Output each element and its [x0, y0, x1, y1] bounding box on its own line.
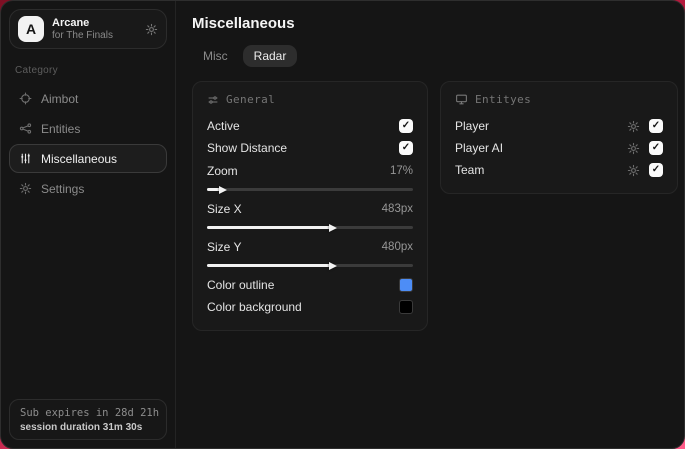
player-checkbox[interactable]: [649, 119, 663, 133]
entity-row-team: Team: [455, 159, 663, 181]
zoom-slider[interactable]: [207, 185, 413, 194]
sidebar-item-miscellaneous[interactable]: Miscellaneous: [9, 144, 167, 173]
session-duration-text: session duration 31m 30s: [20, 422, 143, 433]
tab-misc[interactable]: Misc: [192, 45, 239, 67]
color-outline-swatch[interactable]: [399, 278, 413, 292]
sidebar-item-aimbot[interactable]: Aimbot: [9, 84, 167, 113]
active-checkbox[interactable]: [399, 119, 413, 133]
sidebar-item-label: Entities: [41, 121, 81, 136]
sliders-icon: [207, 94, 219, 106]
player-settings-gear-icon[interactable]: [627, 120, 640, 133]
color-outline-row: Color outline: [207, 274, 413, 296]
app-window: A Arcane for The Finals Category Aimbot …: [0, 0, 685, 449]
player-ai-settings-gear-icon[interactable]: [627, 142, 640, 155]
sub-expires-text: Sub expires in 28d 21h: [20, 407, 160, 419]
panel-title: Entityes: [475, 93, 532, 106]
panel-title: General: [226, 93, 276, 106]
size-x-slider-thumb[interactable]: [328, 223, 337, 232]
gear-icon: [19, 182, 32, 195]
general-panel: General Active Show Distance Zoom 17%: [192, 81, 428, 331]
tab-radar[interactable]: Radar: [242, 45, 298, 67]
size-x-slider[interactable]: [207, 223, 413, 232]
app-name: Arcane: [52, 16, 90, 29]
tab-bar: Misc Radar: [192, 45, 678, 67]
sidebar-nav: Aimbot Entities Miscellaneous Settings: [1, 84, 175, 203]
sidebar: A Arcane for The Finals Category Aimbot …: [1, 1, 176, 448]
category-label: Category: [15, 65, 58, 76]
app-logo: A: [18, 16, 44, 42]
show-distance-checkbox[interactable]: [399, 141, 413, 155]
size-x-slider-group: Size X 483px: [207, 198, 413, 232]
entity-row-player: Player: [455, 115, 663, 137]
player-ai-checkbox[interactable]: [649, 141, 663, 155]
color-background-row: Color background: [207, 296, 413, 318]
zoom-value: 17%: [389, 165, 413, 177]
crosshair-icon: [19, 92, 32, 105]
subscription-card: Sub expires in 28d 21h session duration …: [9, 399, 167, 440]
entities-panel: Entityes Player P: [440, 81, 678, 194]
team-settings-gear-icon[interactable]: [627, 164, 640, 177]
logo-card: A Arcane for The Finals: [9, 9, 167, 49]
app-subtitle: for The Finals: [52, 29, 113, 41]
size-y-slider-group: Size Y 480px: [207, 236, 413, 270]
size-y-slider-thumb[interactable]: [328, 261, 337, 270]
team-checkbox[interactable]: [649, 163, 663, 177]
color-background-swatch[interactable]: [399, 300, 413, 314]
size-y-slider[interactable]: [207, 261, 413, 270]
zoom-slider-thumb[interactable]: [219, 185, 228, 194]
toggle-row-show-distance: Show Distance: [207, 137, 413, 159]
size-y-value: 480px: [381, 241, 413, 253]
sidebar-item-label: Settings: [41, 181, 85, 196]
sidebar-item-label: Miscellaneous: [41, 151, 118, 166]
entity-row-player-ai: Player AI: [455, 137, 663, 159]
main-content: Miscellaneous Misc Radar General Active …: [176, 1, 684, 448]
equalizer-icon: [19, 152, 32, 165]
toggle-row-active: Active: [207, 115, 413, 137]
size-x-value: 483px: [381, 203, 413, 215]
settings-gear-icon[interactable]: [145, 23, 158, 36]
sidebar-item-settings[interactable]: Settings: [9, 174, 167, 203]
entities-icon: [19, 122, 32, 135]
page-title: Miscellaneous: [192, 15, 295, 32]
sidebar-item-entities[interactable]: Entities: [9, 114, 167, 143]
sidebar-item-label: Aimbot: [41, 91, 79, 106]
monitor-icon: [455, 93, 468, 106]
zoom-slider-group: Zoom 17%: [207, 160, 413, 194]
